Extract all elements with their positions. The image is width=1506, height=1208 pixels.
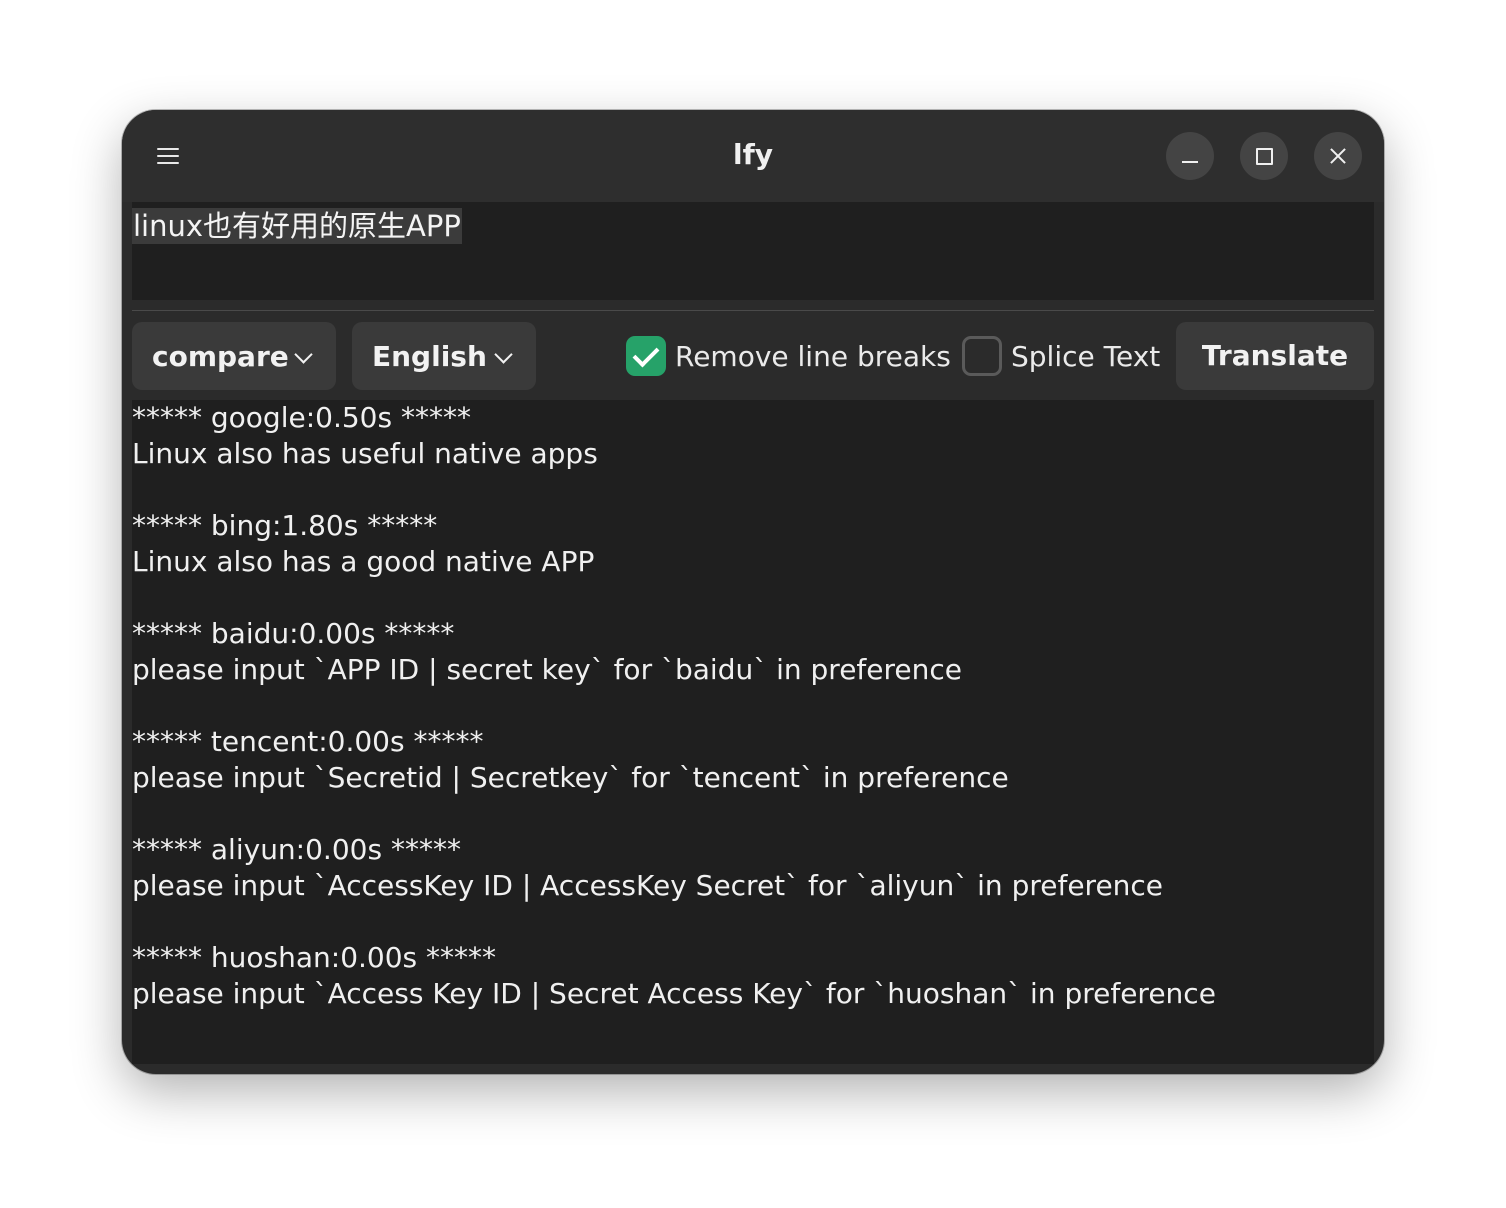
- result-header: ***** bing:1.80s *****: [132, 509, 438, 542]
- result-header: ***** huoshan:0.00s *****: [132, 941, 497, 974]
- result-text: Linux also has a good native APP: [132, 545, 595, 578]
- splice-text-label: Splice Text: [1011, 339, 1161, 373]
- result-entry: ***** google:0.50s ***** Linux also has …: [132, 400, 598, 472]
- result-text: Linux also has useful native apps: [132, 437, 598, 470]
- result-entry: ***** huoshan:0.00s ***** please input `…: [132, 940, 1216, 1012]
- app-window: lfy linux也有好用的原生APP compare English Remo…: [122, 110, 1384, 1074]
- chevron-down-icon: [494, 345, 513, 364]
- close-icon: [1329, 147, 1347, 165]
- mode-dropdown-label: compare: [152, 339, 289, 373]
- remove-line-breaks-checkbox[interactable]: [626, 336, 666, 376]
- maximize-icon: [1255, 147, 1273, 165]
- result-header: ***** tencent:0.00s *****: [132, 725, 484, 758]
- result-text: please input `AccessKey ID | AccessKey S…: [132, 869, 1164, 902]
- translate-button[interactable]: Translate: [1176, 322, 1374, 390]
- mode-dropdown[interactable]: compare: [132, 322, 336, 390]
- minimize-icon: [1182, 161, 1198, 163]
- result-header: ***** google:0.50s *****: [132, 401, 471, 434]
- result-header: ***** aliyun:0.00s *****: [132, 833, 461, 866]
- splice-text-checkbox[interactable]: [962, 336, 1002, 376]
- remove-line-breaks-toggle[interactable]: Remove line breaks: [626, 336, 951, 376]
- source-text-selection: linux也有好用的原生APP: [132, 208, 462, 244]
- header-bar: lfy: [122, 110, 1384, 202]
- remove-line-breaks-label: Remove line breaks: [675, 339, 951, 373]
- main-menu-button[interactable]: [142, 132, 194, 180]
- result-entry: ***** baidu:0.00s ***** please input `AP…: [132, 616, 962, 688]
- maximize-button[interactable]: [1240, 132, 1288, 180]
- separator: [132, 310, 1374, 311]
- minimize-button[interactable]: [1166, 132, 1214, 180]
- checkmark-icon: [632, 340, 660, 367]
- result-entry: ***** tencent:0.00s ***** please input `…: [132, 724, 1009, 796]
- chevron-down-icon: [294, 345, 313, 364]
- result-entry: ***** bing:1.80s ***** Linux also has a …: [132, 508, 594, 580]
- splice-text-toggle[interactable]: Splice Text: [962, 336, 1160, 376]
- source-text-input[interactable]: linux也有好用的原生APP: [132, 202, 1374, 300]
- close-button[interactable]: [1314, 132, 1362, 180]
- target-language-label: English: [372, 339, 487, 373]
- result-text: please input `APP ID | secret key` for `…: [132, 653, 963, 686]
- result-text: please input `Access Key ID | Secret Acc…: [132, 977, 1216, 1010]
- result-entry: ***** aliyun:0.00s ***** please input `A…: [132, 832, 1163, 904]
- hamburger-menu-icon: [157, 147, 179, 165]
- result-text: please input `Secretid | Secretkey` for …: [132, 761, 1009, 794]
- translation-output[interactable]: ***** google:0.50s ***** Linux also has …: [132, 400, 1374, 1064]
- result-header: ***** baidu:0.00s *****: [132, 617, 455, 650]
- target-language-dropdown[interactable]: English: [352, 322, 536, 390]
